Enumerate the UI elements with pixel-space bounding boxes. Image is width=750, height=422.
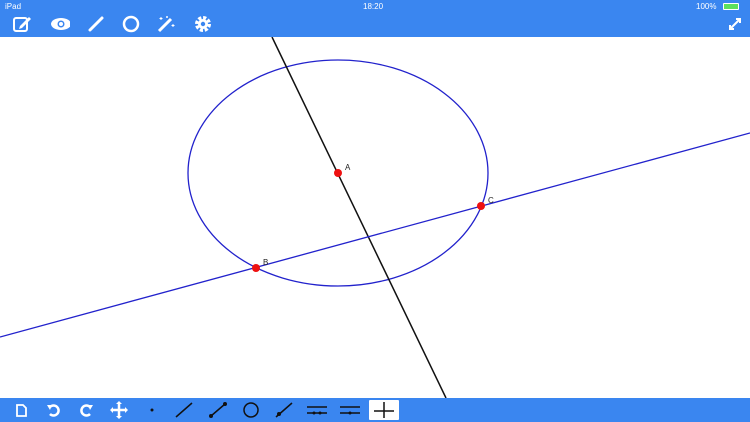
redo-icon[interactable] [74,400,98,420]
segment-tool-icon[interactable] [206,400,230,420]
line-icon[interactable] [86,15,106,33]
point-b-label: B [263,258,268,267]
parallel-tool-icon[interactable] [305,400,329,420]
battery-icon [723,3,739,10]
line-tool-icon[interactable] [172,400,196,420]
point-a[interactable] [334,169,342,177]
top-toolbar: iPad 18:20 100% [0,0,750,37]
move-icon[interactable] [107,400,131,420]
bottom-toolbar [0,398,750,422]
ray-tool-icon[interactable] [272,400,296,420]
magic-wand-icon[interactable] [156,15,176,33]
undo-icon[interactable] [42,400,66,420]
edit-icon[interactable] [12,15,32,33]
gear-icon[interactable] [193,15,213,33]
line-bc[interactable] [0,132,750,338]
parallel-line-tool-icon[interactable] [338,400,362,420]
geometry-canvas[interactable]: A B C [0,0,750,422]
circle-icon[interactable] [121,15,141,33]
expand-icon[interactable] [725,15,745,33]
point-c[interactable] [477,202,485,210]
point-a-label: A [345,163,351,172]
eye-icon[interactable] [50,15,70,33]
new-document-icon[interactable] [9,400,33,420]
status-time: 18:20 [363,2,384,11]
perpendicular-tool-icon[interactable] [369,400,399,420]
device-name: iPad [5,2,22,11]
perpendicular-line[interactable] [271,36,447,399]
battery-percent: 100% [696,2,717,11]
point-tool-icon[interactable] [140,400,164,420]
circle-tool-icon[interactable] [239,400,263,420]
point-c-label: C [488,196,494,205]
point-b[interactable] [252,264,260,272]
